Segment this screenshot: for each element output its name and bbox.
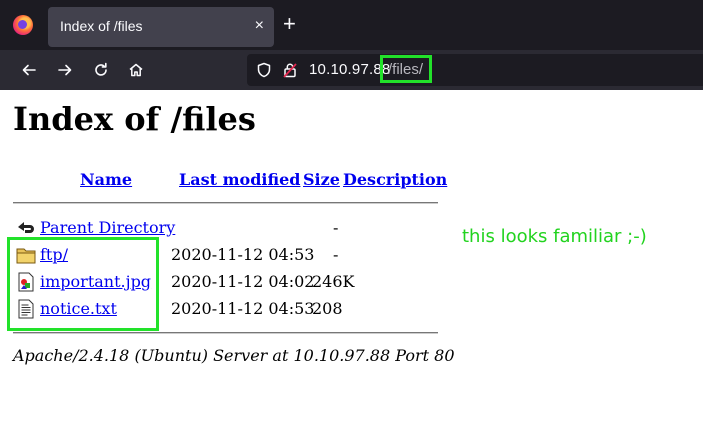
page-content: Index of /files Name Last modified Size … [7, 90, 703, 443]
tab-bar: Index of /files × + [0, 0, 703, 50]
home-icon [129, 63, 143, 77]
home-button[interactable] [124, 58, 148, 82]
forward-button[interactable] [53, 58, 77, 82]
server-signature: Apache/2.4.18 (Ubuntu) Server at 10.10.9… [13, 346, 455, 365]
tab-title: Index of /files [60, 18, 143, 34]
annotation-note: this looks familiar ;-) [462, 226, 647, 247]
reload-button[interactable] [89, 58, 113, 82]
new-tab-button[interactable]: + [283, 11, 296, 37]
file-size: 246K [312, 272, 355, 291]
file-date: 2020-11-12 04:53 [171, 299, 315, 318]
column-header-size[interactable]: Size [303, 170, 340, 189]
file-size: - [333, 245, 339, 264]
file-link-parent-directory[interactable]: Parent Directory [40, 218, 175, 237]
column-header-last-modified[interactable]: Last modified [179, 170, 300, 189]
page-title: Index of /files [13, 100, 256, 138]
reload-icon [95, 62, 107, 76]
file-date: 2020-11-12 04:53 [171, 245, 315, 264]
firefox-icon [13, 15, 33, 35]
column-header-name[interactable]: Name [80, 170, 132, 189]
file-date: 2020-11-12 04:02 [171, 272, 315, 291]
header-divider [13, 202, 438, 203]
footer-divider [13, 332, 438, 333]
back-button[interactable] [17, 58, 41, 82]
navigation-bar: 10.10.97.88 /files/ [0, 50, 703, 90]
url-path-highlight [380, 55, 432, 83]
back-icon [18, 222, 34, 233]
url-bar[interactable]: 10.10.97.88 /files/ [247, 54, 703, 86]
column-header-description[interactable]: Description [343, 170, 447, 189]
file-size: - [333, 218, 339, 237]
arrow-right-icon [58, 64, 72, 76]
insecure-lock-icon[interactable] [282, 62, 298, 78]
shield-icon[interactable] [256, 62, 272, 78]
arrow-left-icon [22, 64, 36, 76]
files-highlight-box [7, 237, 159, 331]
file-size: 208 [312, 299, 343, 318]
tab-index-files[interactable]: Index of /files × [48, 7, 274, 47]
url-host: 10.10.97.88 [309, 61, 391, 78]
tab-close-icon[interactable]: × [255, 16, 264, 36]
